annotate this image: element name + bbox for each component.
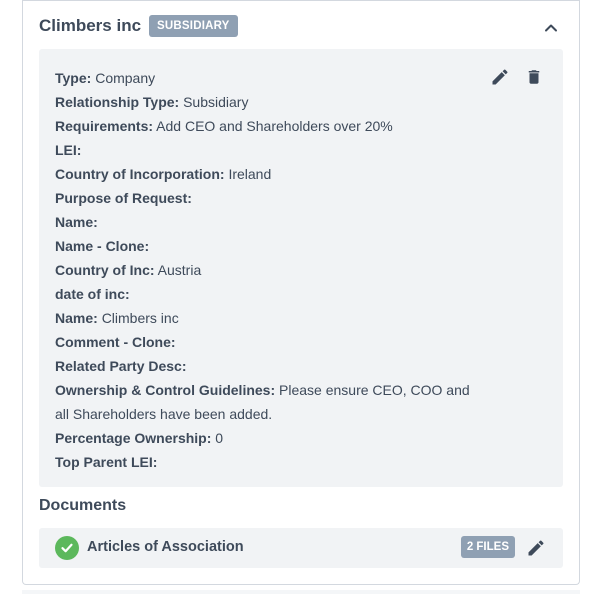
- pencil-icon[interactable]: [489, 66, 511, 88]
- next-card-edge: [22, 590, 580, 594]
- field-value: Add CEO and Shareholders over 20%: [156, 118, 393, 134]
- field-requirements: Requirements: Add CEO and Shareholders o…: [55, 114, 485, 138]
- field-label: Purpose of Request:: [55, 190, 192, 206]
- documents-heading: Documents: [39, 497, 127, 514]
- field-label: Country of Inc:: [55, 262, 155, 278]
- field-relationship-type: Relationship Type: Subsidiary: [55, 90, 485, 114]
- field-label: Name:: [55, 214, 98, 230]
- field-top-parent-lei: Top Parent LEI:: [55, 450, 485, 474]
- field-label: Related Party Desc:: [55, 358, 187, 374]
- field-name-clone: Name - Clone:: [55, 234, 485, 258]
- field-value: Austria: [157, 262, 202, 278]
- field-label: Type:: [55, 70, 92, 86]
- field-label: Top Parent LEI:: [55, 454, 158, 470]
- field-label: LEI:: [55, 142, 82, 158]
- field-name-2: Name: Climbers inc: [55, 306, 485, 330]
- field-comment-clone: Comment - Clone:: [55, 330, 485, 354]
- field-ownership-control-guidelines: Ownership & Control Guidelines: Please e…: [55, 378, 485, 426]
- field-list: Type: Company Relationship Type: Subsidi…: [55, 66, 485, 474]
- field-label: Requirements:: [55, 118, 154, 134]
- chevron-up-icon[interactable]: [543, 20, 559, 36]
- field-related-party-desc: Related Party Desc:: [55, 354, 485, 378]
- field-lei: LEI:: [55, 138, 485, 162]
- field-label: Percentage Ownership:: [55, 430, 212, 446]
- files-count-badge[interactable]: 2 FILES: [460, 536, 515, 558]
- details-panel: Type: Company Relationship Type: Subsidi…: [39, 49, 563, 487]
- field-country-of-incorporation: Country of Incorporation: Ireland: [55, 162, 485, 186]
- field-value: Climbers inc: [101, 310, 179, 326]
- relationship-badge: SUBSIDIARY: [149, 15, 238, 37]
- field-type: Type: Company: [55, 66, 485, 90]
- check-circle-icon: [55, 536, 79, 560]
- field-label: Country of Incorporation:: [55, 166, 225, 182]
- document-name: Articles of Association: [87, 539, 244, 555]
- pencil-icon[interactable]: [525, 537, 547, 559]
- field-purpose-of-request: Purpose of Request:: [55, 186, 485, 210]
- field-value: Company: [95, 70, 156, 86]
- field-label: date of inc:: [55, 286, 130, 302]
- field-date-of-inc: date of inc:: [55, 282, 485, 306]
- field-label: Name - Clone:: [55, 238, 150, 254]
- field-name: Name:: [55, 210, 485, 234]
- field-percentage-ownership: Percentage Ownership: 0: [55, 426, 485, 450]
- field-value: Subsidiary: [183, 94, 249, 110]
- field-label: Comment - Clone:: [55, 334, 176, 350]
- field-value: Ireland: [228, 166, 272, 182]
- field-country-of-inc: Country of Inc: Austria: [55, 258, 485, 282]
- field-label: Ownership & Control Guidelines:: [55, 382, 276, 398]
- card-header: Climbers inc SUBSIDIARY: [39, 15, 238, 37]
- entity-card: Climbers inc SUBSIDIARY Type: Company Re…: [22, 0, 580, 585]
- card-top-border: [22, 0, 580, 1]
- trash-icon[interactable]: [523, 66, 545, 88]
- field-value: 0: [215, 430, 224, 446]
- entity-name: Climbers inc: [39, 16, 142, 35]
- field-label: Relationship Type:: [55, 94, 180, 110]
- field-label: Name:: [55, 310, 98, 326]
- document-row[interactable]: Articles of Association 2 FILES: [39, 528, 563, 568]
- detail-actions: [489, 66, 545, 88]
